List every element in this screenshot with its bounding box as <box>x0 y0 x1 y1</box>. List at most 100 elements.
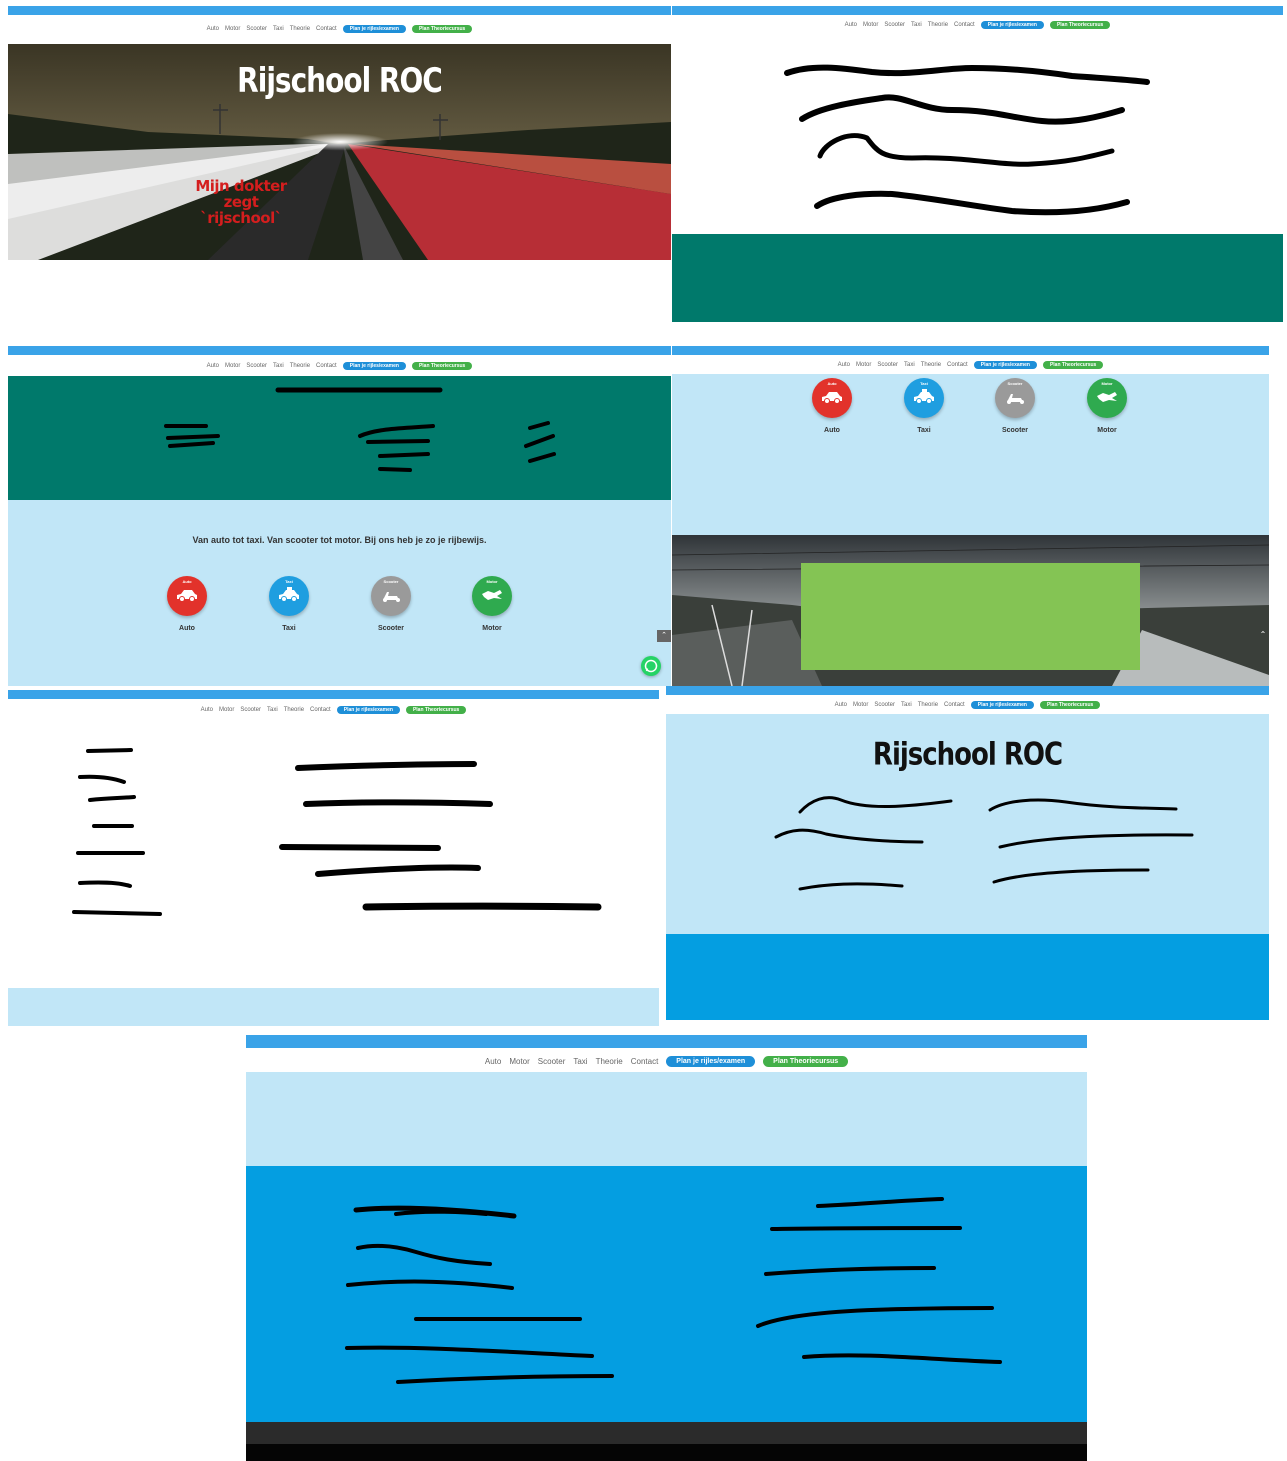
service-badge-label: Scooter <box>1007 381 1023 386</box>
service-taxi[interactable]: Taxi Taxi <box>259 576 319 632</box>
scroll-top-button[interactable]: ⌃ <box>1257 630 1269 644</box>
nav-link-theorie[interactable]: Theorie <box>290 363 310 369</box>
nav-link-scooter[interactable]: Scooter <box>538 1057 566 1066</box>
taxi-icon: Taxi <box>904 378 944 418</box>
nav-link-motor[interactable]: Motor <box>225 26 240 32</box>
hero-tagline-line1: Mijn dokter zegt <box>195 177 287 211</box>
scooter-icon: Scooter <box>371 576 411 616</box>
services-heading: Van auto tot taxi. Van scooter tot motor… <box>192 535 487 545</box>
nav-link-motor[interactable]: Motor <box>856 362 871 368</box>
highway-photo: ⌃ <box>672 535 1269 686</box>
plan-exam-button[interactable]: Plan je rijles/examen <box>970 701 1034 709</box>
nav-link-taxi[interactable]: Taxi <box>273 26 284 32</box>
scooter-shape-icon <box>1007 394 1024 404</box>
service-taxi[interactable]: Taxi Taxi <box>894 378 954 434</box>
nav-link-motor[interactable]: Motor <box>225 363 240 369</box>
redacted-text-scribbles <box>774 796 1194 891</box>
nav-link-auto[interactable]: Auto <box>838 362 850 368</box>
service-scooter[interactable]: Scooter Scooter <box>361 576 421 632</box>
service-motor[interactable]: Motor Motor <box>1077 378 1137 434</box>
top-accent-bar <box>246 1035 1087 1048</box>
top-accent-bar <box>672 346 1269 355</box>
hero-tagline-line2: `rijschool` <box>200 209 282 227</box>
taxi-icon: Taxi <box>269 576 309 616</box>
nav-link-scooter[interactable]: Scooter <box>877 362 898 368</box>
nav-link-taxi[interactable]: Taxi <box>273 363 284 369</box>
nav-link-contact[interactable]: Contact <box>947 362 968 368</box>
service-badge-label: Auto <box>827 381 837 386</box>
plan-exam-button[interactable]: Plan je rijles/examen <box>666 1055 756 1067</box>
nav-link-theorie[interactable]: Theorie <box>596 1057 623 1066</box>
service-name: Motor <box>482 625 502 632</box>
service-badge-label: Taxi <box>285 579 293 584</box>
plan-exam-button[interactable]: Plan je rijles/examen <box>342 362 406 370</box>
main-nav: Auto Motor Scooter Taxi Theorie Contact … <box>246 1052 1087 1070</box>
plan-theory-button[interactable]: Plan Theoriecursus <box>411 25 473 33</box>
nav-link-auto[interactable]: Auto <box>485 1057 501 1066</box>
taxi-car-icon <box>279 587 299 602</box>
service-auto[interactable]: Auto Auto <box>157 576 217 632</box>
nav-link-scooter[interactable]: Scooter <box>874 702 895 708</box>
plan-exam-button[interactable]: Plan je rijles/examen <box>973 361 1037 369</box>
nav-link-theorie[interactable]: Theorie <box>921 362 941 368</box>
hero-title: Rijschool ROC <box>237 60 443 101</box>
nav-link-motor[interactable]: Motor <box>509 1057 529 1066</box>
service-scooter[interactable]: Scooter Scooter <box>985 378 1045 434</box>
service-name: Auto <box>179 625 195 632</box>
service-badge-label: Motor <box>486 579 498 584</box>
main-nav: Auto Motor Scooter Taxi Theorie Contact … <box>672 359 1269 371</box>
whatsapp-icon <box>644 659 658 673</box>
green-content-box <box>801 563 1140 670</box>
nav-link-theorie[interactable]: Theorie <box>918 702 938 708</box>
plan-theory-button[interactable]: Plan Theoriecursus <box>763 1055 849 1067</box>
service-auto[interactable]: Auto Auto <box>802 378 862 434</box>
nav-link-taxi[interactable]: Taxi <box>573 1057 587 1066</box>
auto-icon: Auto <box>167 576 207 616</box>
nav-link-taxi[interactable]: Taxi <box>904 362 915 368</box>
main-nav: Auto Motor Scooter Taxi Theorie Contact … <box>666 699 1269 711</box>
teal-section <box>8 376 671 500</box>
service-name: Scooter <box>1001 427 1029 434</box>
footer-blue-section <box>246 1166 1087 1422</box>
dark-footer-bar <box>246 1422 1087 1444</box>
scroll-top-button[interactable]: ⌃ <box>657 630 671 642</box>
car-icon <box>822 392 842 404</box>
nav-link-contact[interactable]: Contact <box>631 1057 659 1066</box>
services-section: Van auto tot taxi. Van scooter tot motor… <box>8 500 671 686</box>
nav-link-motor[interactable]: Motor <box>853 702 868 708</box>
plan-theory-button[interactable]: Plan Theoriecursus <box>411 362 473 370</box>
nav-link-contact[interactable]: Contact <box>316 363 337 369</box>
blue-section <box>666 934 1269 1020</box>
nav-link-scooter[interactable]: Scooter <box>246 363 267 369</box>
nav-link-contact[interactable]: Contact <box>316 26 337 32</box>
service-badge-label: Motor <box>1101 381 1113 386</box>
motorbike-icon <box>1097 392 1117 402</box>
auto-icon: Auto <box>812 378 852 418</box>
service-badge-label: Taxi <box>920 381 928 386</box>
whatsapp-button[interactable] <box>641 656 661 676</box>
light-blue-section <box>8 988 659 1026</box>
plan-exam-button[interactable]: Plan je rijles/examen <box>342 25 406 33</box>
motor-icon: Motor <box>472 576 512 616</box>
nav-link-auto[interactable]: Auto <box>835 702 847 708</box>
hero-tagline: Mijn dokter zegt `rijschool` <box>176 178 306 226</box>
nav-link-taxi[interactable]: Taxi <box>901 702 912 708</box>
screenshot-content-text: Auto Motor Scooter Taxi Theorie Contact … <box>8 690 659 1026</box>
screenshot-home-hero: Auto Motor Scooter Taxi Theorie Contact … <box>8 6 671 260</box>
nav-link-scooter[interactable]: Scooter <box>246 26 267 32</box>
scooter-icon: Scooter <box>995 378 1035 418</box>
service-name: Taxi <box>282 625 296 632</box>
screenshot-services-photo: Auto Motor Scooter Taxi Theorie Contact … <box>672 346 1269 686</box>
service-motor[interactable]: Motor Motor <box>462 576 522 632</box>
plan-theory-button[interactable]: Plan Theoriecursus <box>1042 361 1104 369</box>
bottom-footer-bar <box>246 1444 1087 1461</box>
plan-theory-button[interactable]: Plan Theoriecursus <box>1039 701 1101 709</box>
nav-link-auto[interactable]: Auto <box>207 26 219 32</box>
redacted-text-scribbles <box>345 1197 1002 1384</box>
teal-section <box>672 234 1283 322</box>
nav-link-theorie[interactable]: Theorie <box>290 26 310 32</box>
screenshot-intro-text: Auto Motor Scooter Taxi Theorie Contact … <box>672 6 1283 322</box>
nav-link-auto[interactable]: Auto <box>207 363 219 369</box>
nav-link-contact[interactable]: Contact <box>944 702 965 708</box>
top-accent-bar <box>8 6 671 15</box>
